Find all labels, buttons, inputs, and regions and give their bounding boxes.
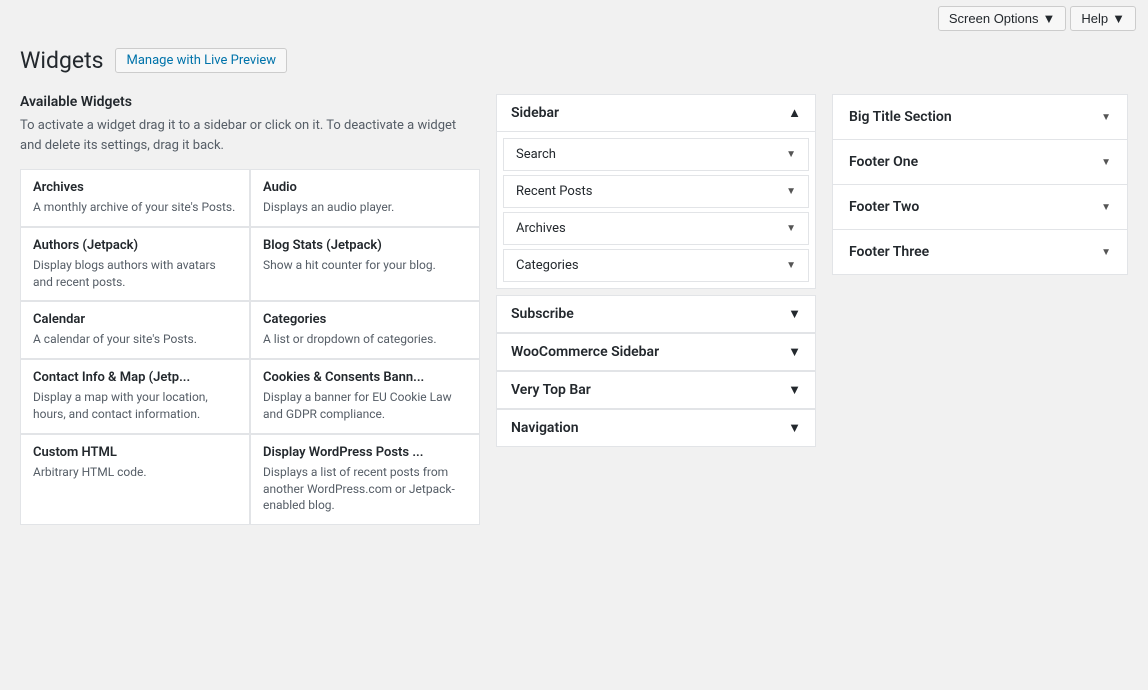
- sidebars-panel: Sidebar Search Recent Posts Archives Cat…: [496, 94, 816, 447]
- widget-item[interactable]: Archives A monthly archive of your site'…: [20, 169, 250, 227]
- collapsed-sidebar-section: Very Top Bar: [496, 371, 816, 409]
- sidebar-title: Sidebar: [511, 105, 559, 121]
- right-sidebar-title: Footer Three: [849, 244, 929, 260]
- collapsed-sidebar-header[interactable]: Subscribe: [497, 296, 815, 332]
- widget-item[interactable]: Calendar A calendar of your site's Posts…: [20, 301, 250, 359]
- widget-item-desc: A calendar of your site's Posts.: [33, 331, 237, 348]
- collapsed-sidebar-section: WooCommerce Sidebar: [496, 333, 816, 371]
- widget-item-desc: A list or dropdown of categories.: [263, 331, 467, 348]
- top-bar: Screen Options Help: [0, 0, 1148, 37]
- screen-options-label: Screen Options: [949, 11, 1039, 26]
- widget-item[interactable]: Contact Info & Map (Jetp... Display a ma…: [20, 359, 250, 434]
- widget-item-desc: Displays an audio player.: [263, 199, 467, 216]
- sidebar-widget-row[interactable]: Recent Posts: [503, 175, 809, 208]
- collapsed-sidebar-title: Navigation: [511, 420, 579, 436]
- collapsed-sidebar-section: Subscribe: [496, 295, 816, 333]
- collapsed-sidebar-title: WooCommerce Sidebar: [511, 344, 659, 360]
- right-sidebar-chevron-icon: [1101, 157, 1111, 168]
- widget-item-name: Authors (Jetpack): [33, 238, 237, 253]
- available-widgets-panel: Available Widgets To activate a widget d…: [20, 94, 480, 525]
- sidebar-widget-chevron-icon: [786, 223, 796, 234]
- right-sidebar-row[interactable]: Footer Three: [832, 229, 1128, 275]
- help-button[interactable]: Help: [1070, 6, 1136, 31]
- widget-item-desc: A monthly archive of your site's Posts.: [33, 199, 237, 216]
- widget-item[interactable]: Authors (Jetpack) Display blogs authors …: [20, 227, 250, 302]
- sidebar-widget-label: Categories: [516, 258, 579, 273]
- widget-item-desc: Arbitrary HTML code.: [33, 464, 237, 481]
- right-sidebar-row[interactable]: Footer One: [832, 139, 1128, 185]
- sidebar-widget-label: Archives: [516, 221, 566, 236]
- sidebar-expand-icon: [788, 105, 801, 121]
- sidebar-widget-row[interactable]: Archives: [503, 212, 809, 245]
- collapsed-sidebar-header[interactable]: WooCommerce Sidebar: [497, 334, 815, 370]
- widget-item-name: Contact Info & Map (Jetp...: [33, 370, 237, 385]
- help-chevron-icon: [1112, 11, 1125, 26]
- collapsed-sidebar-chevron-icon: [788, 344, 801, 360]
- right-sidebar-row[interactable]: Footer Two: [832, 184, 1128, 230]
- collapsed-sidebar-chevron-icon: [788, 306, 801, 322]
- screen-options-button[interactable]: Screen Options: [938, 6, 1066, 31]
- right-sidebar-chevron-icon: [1101, 202, 1111, 213]
- widget-item-name: Audio: [263, 180, 467, 195]
- live-preview-button[interactable]: Manage with Live Preview: [115, 48, 287, 73]
- widget-item-desc: Show a hit counter for your blog.: [263, 257, 467, 274]
- widget-item-name: Custom HTML: [33, 445, 237, 460]
- widget-item-desc: Display a map with your location, hours,…: [33, 389, 237, 423]
- widget-item-name: Categories: [263, 312, 467, 327]
- sidebar-widget-chevron-icon: [786, 186, 796, 197]
- right-sidebars-panel: Big Title Section Footer One Footer Two …: [832, 94, 1128, 274]
- right-sidebar-title: Footer One: [849, 154, 918, 170]
- collapsed-sidebar-header[interactable]: Very Top Bar: [497, 372, 815, 408]
- widget-item-desc: Display blogs authors with avatars and r…: [33, 257, 237, 291]
- sidebar-widget-row[interactable]: Categories: [503, 249, 809, 282]
- widget-item-name: Blog Stats (Jetpack): [263, 238, 467, 253]
- right-sidebar-title: Footer Two: [849, 199, 919, 215]
- collapsed-sidebar-chevron-icon: [788, 382, 801, 398]
- sidebar-widget-chevron-icon: [786, 260, 796, 271]
- screen-options-chevron-icon: [1043, 11, 1056, 26]
- collapsed-sidebar-title: Very Top Bar: [511, 382, 591, 398]
- available-widgets-description: To activate a widget drag it to a sideba…: [20, 116, 480, 155]
- page-header: Widgets Manage with Live Preview: [20, 47, 1128, 74]
- right-sidebar-chevron-icon: [1101, 247, 1111, 258]
- right-sidebar-title: Big Title Section: [849, 109, 952, 125]
- help-label: Help: [1081, 11, 1108, 26]
- widget-item[interactable]: Display WordPress Posts ... Displays a l…: [250, 434, 480, 525]
- collapsed-sidebars: Subscribe WooCommerce Sidebar Very Top B…: [496, 295, 816, 447]
- widget-item[interactable]: Custom HTML Arbitrary HTML code.: [20, 434, 250, 525]
- page-title: Widgets: [20, 47, 103, 74]
- page-container: Widgets Manage with Live Preview Availab…: [0, 37, 1148, 545]
- widget-item[interactable]: Blog Stats (Jetpack) Show a hit counter …: [250, 227, 480, 302]
- sidebar-header[interactable]: Sidebar: [497, 95, 815, 131]
- collapsed-sidebar-header[interactable]: Navigation: [497, 410, 815, 446]
- widget-item[interactable]: Cookies & Consents Bann... Display a ban…: [250, 359, 480, 434]
- collapsed-sidebar-chevron-icon: [788, 420, 801, 436]
- sidebar-widget-row[interactable]: Search: [503, 138, 809, 171]
- sidebar-section: Sidebar Search Recent Posts Archives Cat…: [496, 94, 816, 289]
- widget-item-name: Archives: [33, 180, 237, 195]
- main-layout: Available Widgets To activate a widget d…: [20, 94, 1128, 525]
- sidebar-widget-chevron-icon: [786, 149, 796, 160]
- widget-item-name: Calendar: [33, 312, 237, 327]
- right-sidebar-row[interactable]: Big Title Section: [832, 94, 1128, 140]
- widget-item[interactable]: Audio Displays an audio player.: [250, 169, 480, 227]
- widget-grid: Archives A monthly archive of your site'…: [20, 169, 480, 525]
- collapsed-sidebar-section: Navigation: [496, 409, 816, 447]
- right-sidebar-chevron-icon: [1101, 112, 1111, 123]
- widget-item-desc: Displays a list of recent posts from ano…: [263, 464, 467, 514]
- widget-item-desc: Display a banner for EU Cookie Law and G…: [263, 389, 467, 423]
- sidebar-widget-label: Recent Posts: [516, 184, 592, 199]
- widget-item-name: Cookies & Consents Bann...: [263, 370, 467, 385]
- sidebar-widget-label: Search: [516, 147, 556, 162]
- widget-item[interactable]: Categories A list or dropdown of categor…: [250, 301, 480, 359]
- collapsed-sidebar-title: Subscribe: [511, 306, 574, 322]
- available-widgets-heading: Available Widgets: [20, 94, 480, 110]
- sidebar-content: Search Recent Posts Archives Categories: [497, 131, 815, 288]
- widget-item-name: Display WordPress Posts ...: [263, 445, 467, 460]
